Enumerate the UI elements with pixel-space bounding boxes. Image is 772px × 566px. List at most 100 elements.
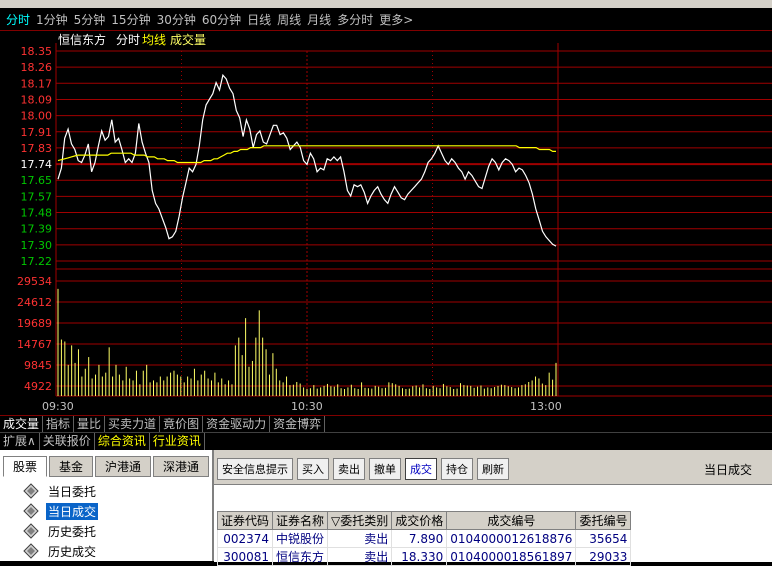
menu-bar[interactable]: [0, 0, 772, 8]
col-name[interactable]: 证券名称: [272, 511, 329, 530]
sell-button[interactable]: 卖出: [333, 458, 365, 480]
price-tick-label: 17.30: [21, 239, 53, 252]
volume-tick-label: 9845: [24, 359, 52, 372]
buy-button[interactable]: 买入: [297, 458, 329, 480]
period-tab[interactable]: 15分钟: [111, 11, 150, 28]
period-tab[interactable]: 多分时: [337, 11, 373, 28]
security-tips-button[interactable]: 安全信息提示: [217, 458, 293, 480]
price-tick-label: 17.65: [21, 174, 53, 187]
chart-svg[interactable]: 恒信东方 分时 均线 成交量 18.35 18.26 18.17 18.09 18.00…: [0, 31, 772, 415]
indicator-tabs: 成交量 指标 量比 买卖力道 竟价图 资金驱动力 资金博弈: [0, 415, 772, 433]
cell-price: 18.330: [391, 547, 448, 566]
refresh-button[interactable]: 刷新: [477, 458, 509, 480]
avg-line-label: 均线: [142, 33, 166, 47]
price-tick-label: 17.22: [21, 255, 53, 268]
volume-tick-label: 14767: [17, 338, 52, 351]
cell-order-no: 35654: [575, 529, 632, 548]
price-tick-label: 18.17: [21, 77, 53, 90]
tab-volume-ratio[interactable]: 量比: [74, 416, 106, 433]
trades-button[interactable]: 成交: [405, 458, 437, 480]
market-tabs: 股票 基金 沪港通 深港通: [3, 456, 212, 477]
mode-label: 分时: [116, 33, 140, 47]
trade-toolbar: 安全信息提示 买入 卖出 撤单 成交 持仓 刷新: [217, 458, 513, 480]
price-tick-label: 18.00: [21, 110, 53, 123]
volume-label: 成交量: [170, 32, 206, 47]
cell-name: 恒信东方: [272, 547, 329, 566]
price-tick-label: 18.35: [21, 45, 53, 58]
tab-general-news[interactable]: 综合资讯: [95, 433, 150, 450]
query-tree: 当日委托 当日成交 历史委托 历史成交: [0, 481, 212, 561]
period-tab[interactable]: 分时: [6, 11, 30, 28]
period-tab[interactable]: 周线: [277, 11, 301, 28]
tab-fund-game[interactable]: 资金博弈: [270, 416, 326, 433]
tab-buy-sell-force[interactable]: 买卖力道: [105, 416, 161, 433]
tree-item-today-trades[interactable]: 当日成交: [0, 501, 212, 521]
tree-item-label: 历史成交: [48, 544, 97, 559]
cell-order-no: 29033: [575, 547, 632, 566]
tree-item-today-orders[interactable]: 当日委托: [0, 481, 212, 501]
period-tab[interactable]: 日线: [247, 11, 271, 28]
cancel-order-button[interactable]: 撤单: [369, 458, 401, 480]
tab-stock[interactable]: 股票: [3, 456, 48, 477]
stock-name: 恒信东方: [58, 32, 106, 47]
col-price[interactable]: 成交价格: [391, 511, 448, 530]
tab-industry-news[interactable]: 行业资讯: [150, 433, 205, 450]
period-tab[interactable]: 更多>: [379, 11, 413, 28]
period-tab[interactable]: 1分钟: [36, 11, 68, 28]
col-code[interactable]: 证券代码: [216, 511, 274, 530]
cell-trade-no: 0104000018561897: [446, 547, 577, 566]
period-tab[interactable]: 月线: [307, 11, 331, 28]
cell-order-type: 卖出: [327, 529, 393, 548]
period-tab[interactable]: 60分钟: [202, 11, 241, 28]
period-tab[interactable]: 5分钟: [74, 11, 106, 28]
tab-sh-hk-connect[interactable]: 沪港通: [95, 456, 152, 477]
tab-sz-hk-connect[interactable]: 深港通: [153, 456, 210, 477]
left-nav-panel: 股票 基金 沪港通 深港通 当日委托 当日成交 历史委托 历史成交: [0, 450, 214, 561]
tree-item-history-orders[interactable]: 历史委托: [0, 521, 212, 541]
diamond-icon: [22, 503, 40, 519]
tab-auction-chart[interactable]: 竟价图: [160, 416, 204, 433]
price-tick-label: 17.91: [21, 126, 53, 139]
tab-related-quote[interactable]: 关联报价: [40, 433, 95, 450]
intraday-chart[interactable]: 恒信东方 分时 均线 成交量 18.35 18.26 18.17 18.09 18.00…: [0, 31, 772, 415]
price-tick-label: 18.26: [21, 61, 53, 74]
tab-indicator[interactable]: 指标: [43, 416, 75, 433]
trades-table: 证券代码 证券名称 ▽委托类别 成交价格 成交编号 委托编号 002374 中锐…: [216, 511, 632, 566]
period-bar: 分时 1分钟 5分钟 15分钟 30分钟 60分钟 日线 周线 月线 多分时 更…: [0, 8, 772, 31]
volume-tick-label: 29534: [17, 275, 52, 288]
diamond-icon: [22, 543, 40, 559]
price-tick-label: 17.48: [21, 207, 53, 220]
cell-order-type: 卖出: [327, 547, 393, 566]
volume-tick-label: 24612: [17, 296, 52, 309]
tab-expand[interactable]: 扩展∧: [0, 433, 40, 450]
positions-button[interactable]: 持仓: [441, 458, 473, 480]
cell-code: 300081: [216, 547, 274, 566]
period-tab[interactable]: 30分钟: [157, 11, 196, 28]
tab-volume[interactable]: 成交量: [0, 416, 44, 433]
volume-tick-label: 19689: [17, 317, 52, 330]
tab-fund[interactable]: 基金: [49, 456, 94, 477]
cell-name: 中锐股份: [272, 529, 329, 548]
col-trade-no[interactable]: 成交编号: [446, 511, 577, 530]
col-order-type[interactable]: ▽委托类别: [327, 511, 393, 530]
time-tick-label: 13:00: [530, 400, 562, 413]
price-tick-label: 17.74: [21, 158, 53, 171]
diamond-icon: [22, 483, 40, 499]
tree-item-history-trades[interactable]: 历史成交: [0, 541, 212, 561]
tab-fund-drive[interactable]: 资金驱动力: [203, 416, 271, 433]
col-order-no[interactable]: 委托编号: [575, 511, 632, 530]
price-tick-label: 18.09: [21, 93, 53, 106]
diamond-icon: [22, 523, 40, 539]
trades-table-area: 证券代码 证券名称 ▽委托类别 成交价格 成交编号 委托编号 002374 中锐…: [214, 484, 772, 566]
trades-panel: 安全信息提示 买入 卖出 撤单 成交 持仓 刷新 当日成交 证券代码 证券名称 …: [214, 450, 772, 566]
tree-item-label: 当日成交: [46, 502, 99, 520]
table-row[interactable]: 002374 中锐股份 卖出 7.890 0104000012618876 35…: [216, 529, 632, 548]
cell-code: 002374: [216, 529, 274, 548]
time-tick-label: 10:30: [291, 400, 323, 413]
panel-title: 当日成交: [703, 463, 752, 477]
volume-tick-label: 4922: [24, 380, 52, 393]
cell-price: 7.890: [391, 529, 448, 548]
tree-item-label: 历史委托: [48, 524, 97, 539]
table-row[interactable]: 300081 恒信东方 卖出 18.330 0104000018561897 2…: [216, 547, 632, 566]
info-tabs: 扩展∧ 关联报价 综合资讯 行业资讯: [0, 432, 772, 450]
